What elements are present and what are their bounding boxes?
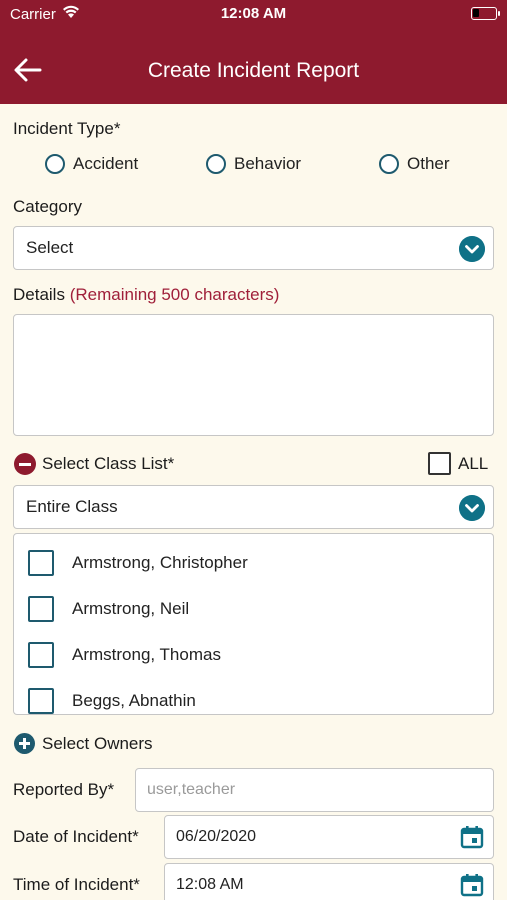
status-bar: Carrier 12:08 AM xyxy=(0,0,507,30)
student-checkbox[interactable] xyxy=(28,550,54,576)
status-time: 12:08 AM xyxy=(220,5,287,22)
class-value: Entire Class xyxy=(26,497,118,516)
collapse-minus-icon[interactable] xyxy=(14,453,36,475)
category-dropdown[interactable]: Select xyxy=(13,226,494,270)
date-label: Date of Incident* xyxy=(13,827,139,846)
details-label: Details xyxy=(13,285,65,304)
page-title: Create Incident Report xyxy=(147,59,360,82)
student-name: Armstrong, Christopher xyxy=(72,553,248,572)
calendar-icon[interactable] xyxy=(460,873,484,897)
student-checkbox[interactable] xyxy=(28,642,54,668)
list-item[interactable]: Beggs, Abnathin xyxy=(14,686,484,714)
radio-label: Other xyxy=(407,154,450,173)
radio-behavior[interactable]: Behavior xyxy=(206,152,301,176)
student-list[interactable]: Armstrong, Christopher Armstrong, Neil A… xyxy=(13,533,494,715)
radio-other[interactable]: Other xyxy=(379,152,450,176)
details-label-row: Details (Remaining 500 characters) xyxy=(13,285,279,305)
add-plus-icon[interactable] xyxy=(14,733,35,754)
chevron-down-icon[interactable] xyxy=(459,495,485,521)
student-checkbox[interactable] xyxy=(28,688,54,714)
radio-circle[interactable] xyxy=(379,154,399,174)
details-textarea[interactable] xyxy=(13,314,494,436)
time-input[interactable]: 12:08 AM xyxy=(164,863,494,900)
incident-type-label: Incident Type* xyxy=(13,119,121,138)
time-label: Time of Incident* xyxy=(13,875,140,894)
select-owners-label[interactable]: Select Owners xyxy=(42,734,153,754)
student-name: Armstrong, Thomas xyxy=(72,645,221,664)
radio-accident[interactable]: Accident xyxy=(45,152,138,176)
student-checkbox[interactable] xyxy=(28,596,54,622)
time-value: 12:08 AM xyxy=(176,876,244,893)
student-name: Beggs, Abnathin xyxy=(72,691,196,710)
details-remaining: (Remaining 500 characters) xyxy=(69,285,280,304)
radio-circle[interactable] xyxy=(206,154,226,174)
list-item[interactable]: Armstrong, Thomas xyxy=(14,640,484,670)
date-input[interactable]: 06/20/2020 xyxy=(164,815,494,859)
app-header: Carrier 12:08 AM Create Incident Report xyxy=(0,0,507,104)
list-item[interactable]: Armstrong, Christopher xyxy=(14,548,484,578)
category-value: Select xyxy=(26,238,74,257)
category-label: Category xyxy=(13,197,82,216)
date-value: 06/20/2020 xyxy=(176,828,257,845)
chevron-down-icon[interactable] xyxy=(459,236,485,262)
radio-label: Behavior xyxy=(234,154,302,173)
class-dropdown[interactable]: Entire Class xyxy=(13,485,494,529)
radio-circle[interactable] xyxy=(45,154,65,174)
all-checkbox[interactable] xyxy=(428,452,451,475)
reported-by-label: Reported By* xyxy=(13,780,115,799)
student-name: Armstrong, Neil xyxy=(72,599,190,618)
calendar-icon[interactable] xyxy=(460,825,484,849)
reported-by-input[interactable]: user,teacher xyxy=(135,768,494,812)
class-list-label: Select Class List* xyxy=(42,454,175,473)
list-item[interactable]: Armstrong, Neil xyxy=(14,594,484,624)
radio-label: Accident xyxy=(73,154,139,173)
all-label: ALL xyxy=(458,454,489,473)
battery-icon xyxy=(471,7,500,20)
